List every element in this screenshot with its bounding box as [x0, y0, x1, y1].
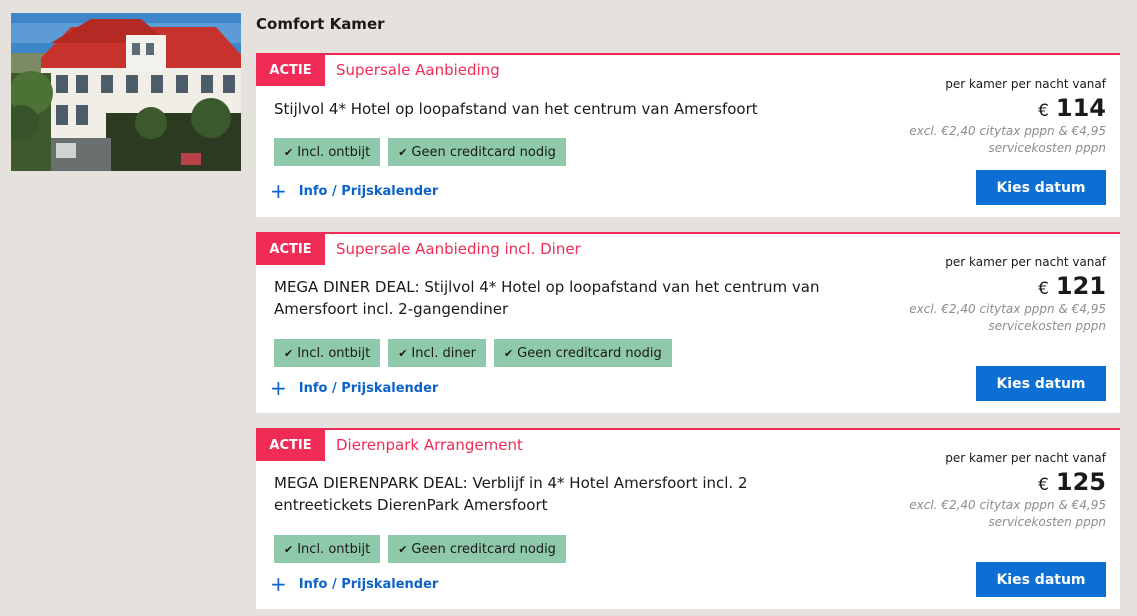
- info-label: Info / Prijskalender: [298, 380, 439, 396]
- offer-tags: ✔ Incl. ontbijt ✔ Geen creditcard nodig: [274, 138, 566, 166]
- tag-label: Incl. ontbijt: [297, 541, 371, 557]
- tag-geen-creditcard: ✔ Geen creditcard nodig: [388, 535, 566, 563]
- hotel-photo-image: [11, 13, 241, 171]
- hotel-photo[interactable]: [11, 13, 241, 171]
- check-icon: ✔: [284, 145, 294, 159]
- offer-name: Supersale Aanbieding: [336, 61, 500, 79]
- offer-tags: ✔ Incl. ontbijt ✔ Incl. diner ✔ Geen credit…: [274, 339, 672, 367]
- plus-icon: +: [270, 572, 287, 596]
- tag-geen-creditcard: ✔ Geen creditcard nodig: [493, 339, 672, 367]
- info-label: Info / Prijskalender: [298, 576, 439, 592]
- check-icon: ✔: [503, 346, 514, 360]
- price-box: per kamer per nacht vanaf € 125 excl. €2…: [906, 451, 1106, 531]
- kies-datum-button[interactable]: Kies datum: [976, 170, 1106, 205]
- plus-icon: +: [270, 376, 287, 400]
- price-amount: 114: [1055, 94, 1106, 122]
- check-icon: ✔: [284, 346, 294, 360]
- info-prijskalender-link[interactable]: + Info / Prijskalender: [270, 181, 438, 201]
- per-nacht-label: per kamer per nacht vanaf: [945, 255, 1106, 269]
- offer-description: MEGA DINER DEAL: Stijlvol 4* Hotel op lo…: [274, 278, 820, 318]
- currency-symbol: €: [1038, 101, 1049, 121]
- price-row: € 114: [906, 94, 1106, 122]
- offer-name: Dierenpark Arrangement: [336, 436, 523, 454]
- per-nacht-label: per kamer per nacht vanaf: [945, 77, 1106, 91]
- tag-incl-ontbijt: ✔ Incl. ontbijt: [274, 535, 381, 563]
- excl-note: excl. €2,40 citytax pppn & €4,95 service…: [909, 124, 1106, 155]
- currency-symbol: €: [1038, 475, 1049, 495]
- currency-symbol: €: [1038, 279, 1049, 299]
- plus-icon: +: [270, 179, 287, 203]
- price-box: per kamer per nacht vanaf € 114 excl. €2…: [906, 77, 1106, 157]
- tag-incl-diner: ✔ Incl. diner: [388, 339, 486, 367]
- kies-datum-button[interactable]: Kies datum: [976, 562, 1106, 597]
- tag-incl-ontbijt: ✔ Incl. ontbijt: [274, 339, 381, 367]
- check-icon: ✔: [398, 542, 408, 556]
- actie-badge: ACTIE: [256, 430, 325, 461]
- tag-label: Incl. diner: [411, 345, 476, 361]
- excl-note: excl. €2,40 citytax pppn & €4,95 service…: [909, 302, 1106, 333]
- offer-card: ACTIE Dierenpark Arrangement MEGA DIEREN…: [256, 428, 1120, 609]
- tag-incl-ontbijt: ✔ Incl. ontbijt: [274, 138, 381, 166]
- price-amount: 121: [1055, 272, 1106, 300]
- check-icon: ✔: [398, 145, 408, 159]
- offer-description: Stijlvol 4* Hotel op loopafstand van het…: [274, 100, 758, 118]
- info-prijskalender-link[interactable]: + Info / Prijskalender: [270, 574, 438, 594]
- offer-description: MEGA DIERENPARK DEAL: Verblijf in 4* Hot…: [274, 474, 748, 514]
- actie-badge: ACTIE: [256, 55, 325, 86]
- price-box: per kamer per nacht vanaf € 121 excl. €2…: [906, 255, 1106, 335]
- offer-card: ACTIE Supersale Aanbieding Stijlvol 4* H…: [256, 53, 1120, 217]
- per-nacht-label: per kamer per nacht vanaf: [945, 451, 1106, 465]
- room-title: Comfort Kamer: [256, 15, 385, 33]
- tag-label: Incl. ontbijt: [297, 144, 371, 160]
- info-label: Info / Prijskalender: [298, 183, 439, 199]
- tag-geen-creditcard: ✔ Geen creditcard nodig: [388, 138, 566, 166]
- kies-datum-button[interactable]: Kies datum: [976, 366, 1106, 401]
- tag-label: Incl. ontbijt: [297, 345, 371, 361]
- price-row: € 121: [906, 272, 1106, 300]
- actie-badge: ACTIE: [256, 234, 325, 265]
- offer-name: Supersale Aanbieding incl. Diner: [336, 240, 581, 258]
- tag-label: Geen creditcard nodig: [517, 345, 662, 361]
- tag-label: Geen creditcard nodig: [411, 541, 556, 557]
- offer-card: ACTIE Supersale Aanbieding incl. Diner M…: [256, 232, 1120, 413]
- offer-tags: ✔ Incl. ontbijt ✔ Geen creditcard nodig: [274, 535, 566, 563]
- excl-note: excl. €2,40 citytax pppn & €4,95 service…: [909, 498, 1106, 529]
- tag-label: Geen creditcard nodig: [411, 144, 556, 160]
- price-row: € 125: [906, 468, 1106, 496]
- price-amount: 125: [1055, 468, 1106, 496]
- info-prijskalender-link[interactable]: + Info / Prijskalender: [270, 378, 438, 398]
- check-icon: ✔: [398, 346, 408, 360]
- check-icon: ✔: [284, 542, 294, 556]
